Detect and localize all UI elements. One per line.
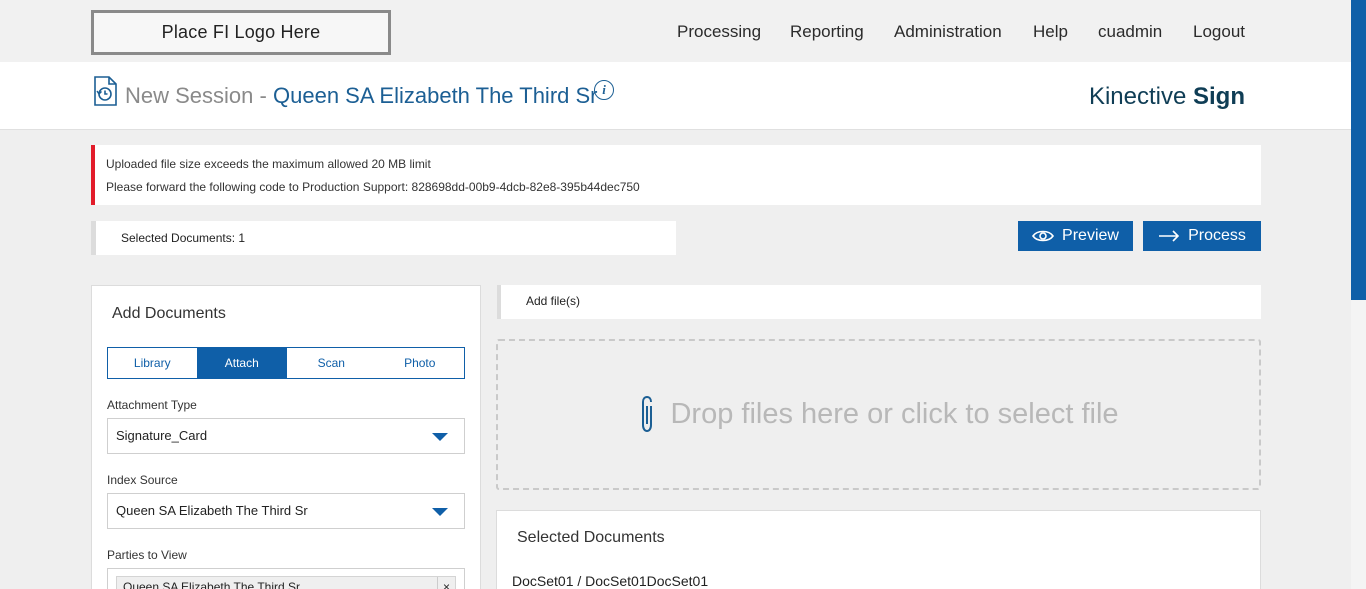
session-header: New Session - Queen SA Elizabeth The Thi… [0, 62, 1351, 130]
top-navigation-bar: Place FI Logo Here Processing Reporting … [0, 0, 1351, 62]
nav-help[interactable]: Help [1033, 22, 1068, 42]
parties-to-view-field[interactable]: Queen SA Elizabeth The Third Sr × [107, 568, 465, 589]
paperclip-icon [642, 395, 653, 432]
nav-user-cuadmin[interactable]: cuadmin [1098, 22, 1162, 42]
tab-library[interactable]: Library [108, 348, 198, 378]
tab-scan[interactable]: Scan [287, 348, 376, 378]
add-documents-panel: Add Documents Library Attach Scan Photo … [91, 285, 481, 589]
add-files-bar: Add file(s) [497, 285, 1261, 319]
nav-processing[interactable]: Processing [677, 22, 761, 42]
add-documents-title: Add Documents [112, 305, 226, 322]
error-alert: Uploaded file size exceeds the maximum a… [91, 145, 1261, 205]
index-source-label: Index Source [107, 473, 178, 487]
selected-documents-count: Selected Documents: 1 [91, 221, 676, 255]
dropzone-text: Drop files here or click to select file [670, 398, 1119, 430]
preview-button[interactable]: Preview [1018, 221, 1133, 251]
chevron-down-icon [432, 508, 448, 516]
parties-to-view-label: Parties to View [107, 548, 187, 562]
attachment-type-select[interactable]: Signature_Card [107, 418, 465, 454]
eye-icon [1032, 230, 1055, 242]
session-title-prefix: New Session - [125, 83, 267, 108]
info-icon[interactable]: i [594, 80, 614, 100]
attachment-type-label: Attachment Type [107, 398, 197, 412]
index-source-value: Queen SA Elizabeth The Third Sr [116, 503, 308, 518]
file-dropzone[interactable]: Drop files here or click to select file [496, 339, 1261, 490]
docset-item[interactable]: DocSet01 / DocSet01DocSet01 [512, 573, 708, 589]
session-customer-name[interactable]: Queen SA Elizabeth The Third Sr [273, 83, 598, 109]
nav-logout[interactable]: Logout [1193, 22, 1245, 42]
brand-logo: Kinective Sign [1089, 83, 1245, 111]
arrow-right-icon [1159, 230, 1180, 242]
document-source-tabs: Library Attach Scan Photo [107, 347, 465, 379]
nav-administration[interactable]: Administration [894, 22, 1002, 42]
process-label: Process [1188, 227, 1246, 244]
party-chip: Queen SA Elizabeth The Third Sr × [116, 576, 456, 589]
attachment-type-value: Signature_Card [116, 428, 208, 443]
chevron-down-icon [432, 433, 448, 441]
alert-message: Uploaded file size exceeds the maximum a… [106, 157, 431, 171]
brand-light: Kinective [1088, 83, 1187, 110]
scrollbar-thumb[interactable] [1351, 0, 1366, 300]
tab-photo[interactable]: Photo [376, 348, 465, 378]
party-chip-label: Queen SA Elizabeth The Third Sr [123, 580, 300, 589]
process-button[interactable]: Process [1143, 221, 1261, 251]
alert-support-code: Please forward the following code to Pro… [106, 180, 640, 194]
nav-reporting[interactable]: Reporting [790, 22, 864, 42]
document-history-icon [94, 76, 117, 106]
preview-label: Preview [1062, 227, 1119, 244]
selected-documents-title: Selected Documents [517, 529, 665, 546]
main-nav: Processing Reporting Administration Help… [0, 22, 1351, 46]
tab-attach[interactable]: Attach [197, 348, 287, 378]
close-icon[interactable]: × [437, 577, 455, 589]
selected-documents-panel: Selected Documents DocSet01 / DocSet01Do… [496, 510, 1261, 589]
brand-bold: Sign [1193, 83, 1245, 110]
index-source-select[interactable]: Queen SA Elizabeth The Third Sr [107, 493, 465, 529]
